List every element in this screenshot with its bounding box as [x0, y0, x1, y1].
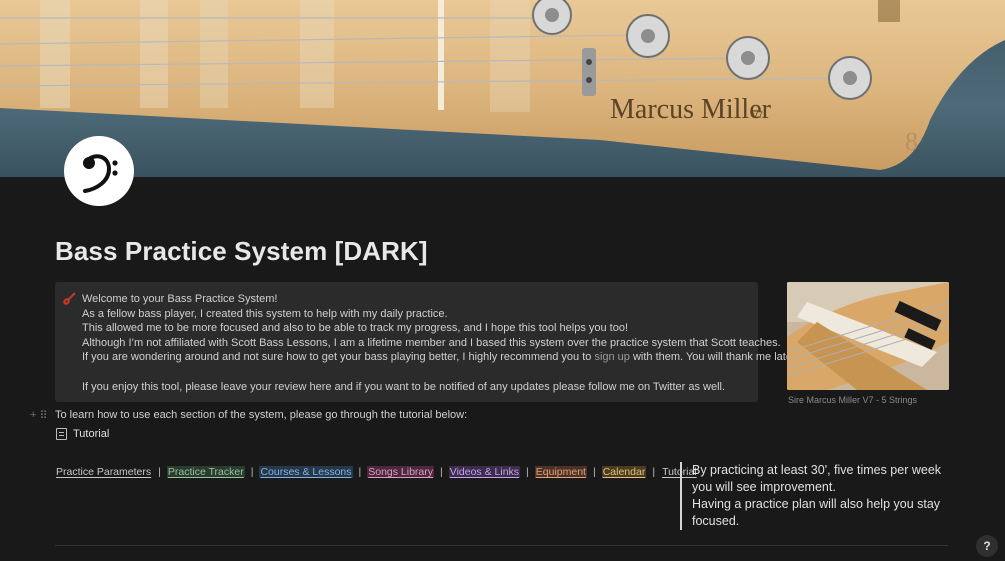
nav-videos-links[interactable]: Videos & Links [448, 466, 521, 478]
callout-line: Welcome to your Bass Practice System! [82, 293, 278, 305]
bass-guitar-photo [787, 282, 949, 390]
add-block-icon[interactable]: + [30, 409, 36, 422]
cover-brand-text: Marcus Miller [610, 94, 772, 125]
tutorial-intro-text: To learn how to use each section of the … [55, 409, 468, 421]
sign-up-link[interactable]: sign up [594, 351, 629, 363]
nav-practice-parameters[interactable]: Practice Parameters [55, 466, 152, 478]
tutorial-page-link[interactable]: Tutorial [56, 428, 109, 440]
page-title: Bass Practice System [DARK] [55, 236, 428, 266]
callout-line: Although I’m not affiliated with Scott B… [82, 336, 781, 349]
quote-line: By practicing at least 30', five times p… [692, 463, 942, 494]
callout-line: As a fellow bass player, I created this … [82, 307, 448, 320]
divider [55, 545, 948, 546]
bass-headstock-illustration: Marcus Miller V7 8 [0, 0, 1005, 170]
drag-handle-icon[interactable]: ⠿ [39, 409, 47, 422]
nav-courses-lessons[interactable]: Courses & Lessons [259, 466, 353, 478]
callout-line: This allowed me to be more focused and a… [82, 322, 629, 335]
tutorial-page-label: Tutorial [73, 428, 110, 440]
callout-line: If you are wondering around and not sure… [82, 350, 798, 365]
nav-songs-library[interactable]: Songs Library [367, 466, 435, 478]
callout-text: with them. You will thank me later. [632, 351, 799, 364]
photo-caption: Sire Marcus Miller V7 - 5 Strings [788, 395, 918, 405]
section-navigation: Practice Parameters | Practice Tracker |… [55, 466, 697, 478]
nav-equipment[interactable]: Equipment [534, 466, 587, 478]
cover-image: Marcus Miller V7 8 [0, 0, 1005, 177]
nav-calendar[interactable]: Calendar [601, 466, 647, 478]
document-icon [56, 428, 67, 440]
welcome-callout: Welcome to your Bass Practice System! As… [55, 282, 798, 402]
nav-practice-tracker[interactable]: Practice Tracker [166, 466, 245, 478]
help-button[interactable]: ? [976, 535, 998, 557]
svg-text:8: 8 [905, 127, 918, 156]
quote-line: Having a practice plan will also help yo… [692, 497, 941, 528]
callout-text: If you are wondering around and not sure… [82, 351, 592, 364]
callout-line: If you enjoy this tool, please leave you… [82, 380, 726, 393]
cover-model-text: V7 [752, 110, 763, 120]
guitar-icon [62, 292, 76, 306]
bass-clef-icon[interactable] [64, 136, 134, 206]
block-handles[interactable]: + ⠿ [30, 409, 48, 422]
practice-quote: By practicing at least 30', five times p… [680, 462, 957, 530]
